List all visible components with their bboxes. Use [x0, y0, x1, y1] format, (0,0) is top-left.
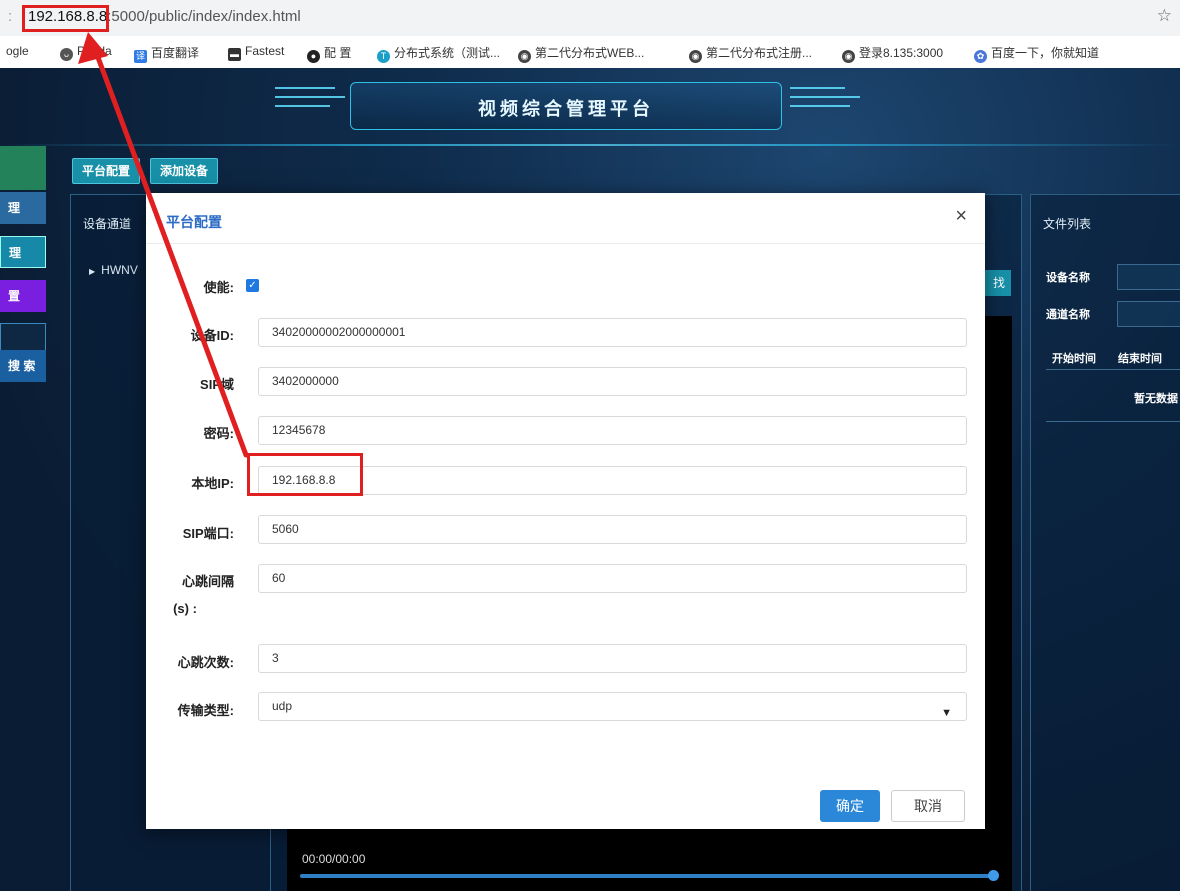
- heartbeat-count-label: 心跳次数:: [177, 655, 234, 670]
- device-id-input[interactable]: 34020000002000000001: [258, 318, 967, 347]
- monitor-icon: ▬: [228, 48, 241, 61]
- header-glow-line: [0, 144, 1180, 146]
- device-panel-header: 设备通道: [83, 217, 132, 231]
- add-device-button[interactable]: 添加设备: [150, 158, 219, 184]
- transport-select-value: udp: [272, 699, 293, 713]
- bookmark-item[interactable]: ᴗ Panda: [60, 44, 112, 61]
- heartbeat-interval-input[interactable]: 60: [258, 564, 967, 593]
- globe-icon: ◉: [689, 50, 702, 63]
- address-bar[interactable]: : 192.168.8.8:5000/public/index/index.ht…: [0, 0, 1180, 36]
- start-time-header: 开始时间: [1052, 353, 1096, 365]
- tree-item[interactable]: ▶ HWNV: [89, 263, 138, 277]
- enable-label: 使能:: [203, 280, 234, 295]
- header-decoration-left: [275, 80, 345, 120]
- globe-icon: ●: [307, 50, 320, 63]
- bookmark-item[interactable]: ✿ 百度一下，你就知道: [974, 44, 1099, 63]
- video-progress-handle[interactable]: [988, 870, 999, 881]
- bookmark-item[interactable]: T 分布式系统（测试...: [377, 44, 500, 63]
- video-time: 00:00/00:00: [302, 852, 366, 866]
- bookmarks-bar: ogle ᴗ Panda 译百度翻译 ▬ Fastest ● 配 置 T 分布式系统（测…: [0, 36, 1180, 69]
- device-name-input[interactable]: [1117, 264, 1180, 290]
- translate-icon: 译: [134, 50, 147, 63]
- address-bar-separator: :: [8, 8, 13, 25]
- sip-port-input[interactable]: 5060: [258, 515, 967, 544]
- bookmark-item[interactable]: ◉ 第二代分布式WEB...: [518, 44, 644, 63]
- table-divider: [1046, 369, 1180, 370]
- close-icon[interactable]: ×: [955, 205, 967, 228]
- sip-domain-input[interactable]: 3402000000: [258, 367, 967, 396]
- tool-icon: T: [377, 50, 390, 63]
- panda-icon: ᴗ: [60, 48, 73, 61]
- search-nav-button[interactable]: 搜 索: [0, 350, 46, 382]
- platform-config-button[interactable]: 平台配置: [72, 158, 141, 184]
- bookmark-star-icon[interactable]: ☆: [1157, 6, 1172, 26]
- confirm-button[interactable]: 确定: [820, 790, 880, 822]
- device-name-label: 设备名称: [1046, 272, 1090, 284]
- sip-port-label: SIP端口:: [182, 526, 234, 541]
- globe-icon: ◉: [518, 50, 531, 63]
- file-list-header: 文件列表: [1043, 217, 1092, 231]
- url-path: :5000/public/index/index.html: [107, 8, 301, 25]
- password-label: 密码:: [203, 426, 234, 441]
- cancel-button[interactable]: 取消: [891, 790, 965, 822]
- page-title: 视频综合管理平台: [478, 99, 654, 119]
- bookmark-item[interactable]: ● 配 置: [307, 44, 351, 63]
- chevron-down-icon: ▼: [941, 707, 952, 719]
- channel-name-label: 通道名称: [1046, 309, 1090, 321]
- enable-checkbox[interactable]: ✓: [246, 279, 259, 292]
- local-ip-label: 本地IP:: [191, 476, 234, 491]
- local-ip-input[interactable]: 192.168.8.8: [258, 466, 967, 495]
- dialog-divider: [146, 243, 985, 244]
- globe-icon: ◉: [842, 50, 855, 63]
- nav-item[interactable]: 理: [0, 236, 46, 268]
- nav-item-active[interactable]: [0, 146, 46, 190]
- channel-name-input[interactable]: [1117, 301, 1180, 327]
- bookmark-item[interactable]: 译百度翻译: [134, 44, 199, 63]
- title-frame: 视频综合管理平台: [350, 82, 782, 130]
- transport-select[interactable]: udp ▼: [258, 692, 967, 721]
- nav-item[interactable]: 理: [0, 192, 46, 224]
- dialog-title: 平台配置: [166, 214, 222, 230]
- empty-data-text: 暂无数据: [1134, 393, 1178, 405]
- heartbeat-count-input[interactable]: 3: [258, 644, 967, 673]
- heartbeat-interval-unit: (s) :: [173, 601, 197, 616]
- sip-domain-label: SIP域: [200, 377, 234, 392]
- bookmark-item[interactable]: ogle: [6, 44, 29, 58]
- password-input[interactable]: 12345678: [258, 416, 967, 445]
- local-ip-highlight-box: [247, 453, 363, 496]
- device-id-label: 设备ID:: [190, 328, 234, 343]
- url-highlight-box: [22, 5, 109, 32]
- nav-item[interactable]: 置: [0, 280, 46, 312]
- bookmark-item[interactable]: ◉ 第二代分布式注册...: [689, 44, 812, 63]
- end-time-header: 结束时间: [1118, 353, 1162, 365]
- heartbeat-interval-label: 心跳间隔: [181, 574, 234, 589]
- file-list-panel: 文件列表: [1030, 194, 1180, 891]
- platform-config-dialog: 平台配置 × 使能: ✓ 设备ID: 34020000002000000001 …: [146, 193, 985, 829]
- header-decoration-right: [790, 80, 860, 120]
- paw-icon: ✿: [974, 50, 987, 63]
- bookmark-item[interactable]: ◉ 登录8.135:3000: [842, 44, 943, 63]
- bookmark-item[interactable]: ▬ Fastest: [228, 44, 284, 61]
- video-progress-bar[interactable]: [300, 874, 995, 878]
- transport-label: 传输类型:: [177, 703, 234, 718]
- table-divider: [1046, 421, 1180, 422]
- caret-right-icon: ▶: [89, 267, 96, 276]
